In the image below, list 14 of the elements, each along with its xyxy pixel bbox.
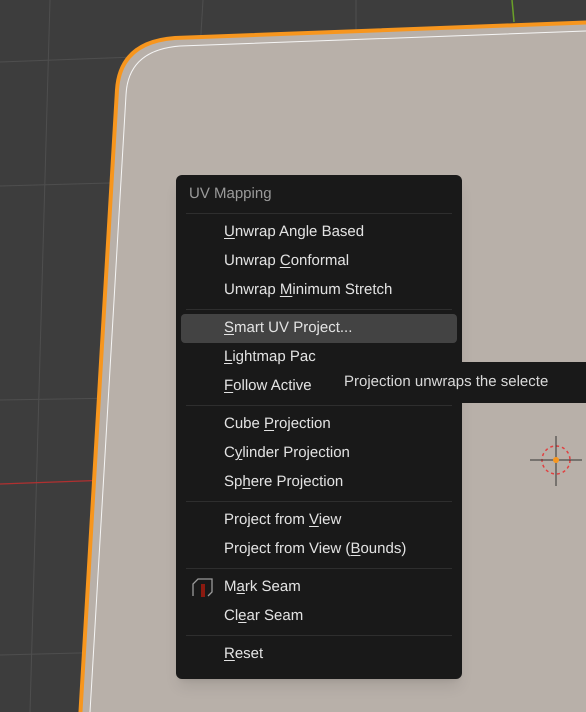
menu-item[interactable]: Smart UV Project... xyxy=(181,314,457,343)
seam-icon xyxy=(192,577,213,598)
menu-item[interactable]: Cylinder Projection xyxy=(181,439,457,468)
menu-item[interactable]: Unwrap Angle Based xyxy=(181,218,457,247)
menu-title: UV Mapping xyxy=(189,184,272,204)
menu-item[interactable]: Project from View xyxy=(181,506,457,535)
menu-item[interactable]: Mark Seam xyxy=(181,573,457,602)
menu-item[interactable]: Project from View (Bounds) xyxy=(181,535,457,564)
menu-item[interactable]: Sphere Projection xyxy=(181,468,457,497)
menu-item[interactable]: Clear Seam xyxy=(181,602,457,631)
menu-item[interactable]: Cube Projection xyxy=(181,410,457,439)
menu-item[interactable]: Unwrap Minimum Stretch xyxy=(181,276,457,305)
menu-item[interactable]: Unwrap Conformal xyxy=(181,247,457,276)
menu-item[interactable]: Reset xyxy=(181,640,457,669)
